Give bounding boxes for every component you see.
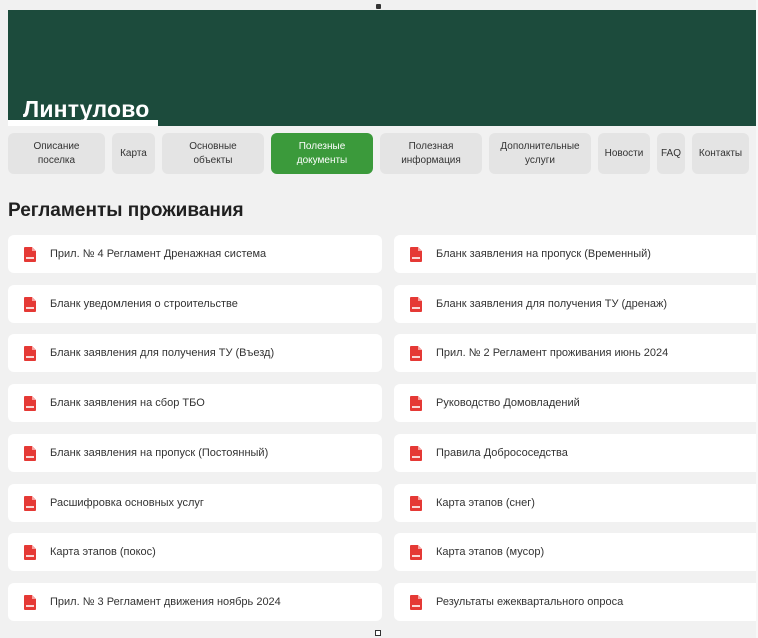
document-item-right-5[interactable]: Карта этапов (снег): [394, 484, 758, 522]
document-item-right-2[interactable]: Прил. № 2 Регламент проживания июнь 2024: [394, 334, 758, 372]
pdf-file-icon: [410, 345, 422, 361]
tab-bar: Описание поселка Карта Основные объекты Пол…: [8, 133, 758, 174]
document-item-left-3[interactable]: Бланк заявления на сбор ТБО: [8, 384, 382, 422]
page: Линтулово Описание поселка Карта Основные …: [0, 0, 758, 638]
pdf-file-icon: [24, 345, 36, 361]
tab-7[interactable]: FAQ: [657, 133, 685, 174]
pdf-file-icon: [24, 594, 36, 610]
document-item-right-1[interactable]: Бланк заявления для получения ТУ (дренаж…: [394, 285, 758, 323]
document-label: Бланк заявления для получения ТУ (дренаж…: [436, 298, 668, 310]
hero-banner: Линтулово: [8, 10, 758, 126]
document-label: Прил. № 2 Регламент проживания июнь 2024: [436, 347, 669, 359]
document-item-left-7[interactable]: Прил. № 3 Регламент движения ноябрь 2024: [8, 583, 382, 621]
document-item-left-2[interactable]: Бланк заявления для получения ТУ (Въезд): [8, 334, 382, 372]
pdf-file-icon: [24, 395, 36, 411]
document-label: Расшифровка основных услуг: [50, 497, 204, 509]
document-item-left-0[interactable]: Прил. № 4 Регламент Дренажная система: [8, 235, 382, 273]
pdf-file-icon: [410, 445, 422, 461]
document-item-left-4[interactable]: Бланк заявления на пропуск (Постоянный): [8, 434, 382, 472]
pdf-file-icon: [410, 246, 422, 262]
document-item-right-6[interactable]: Карта этапов (мусор): [394, 533, 758, 571]
tab-4[interactable]: Полезная информация: [380, 133, 482, 174]
tab-8[interactable]: Контакты: [692, 133, 749, 174]
document-label: Руководство Домовладений: [436, 397, 580, 409]
pdf-file-icon: [410, 395, 422, 411]
pdf-file-icon: [410, 594, 422, 610]
section-title: Регламенты проживания: [8, 200, 244, 221]
tab-3[interactable]: Полезные документы: [271, 133, 373, 174]
document-label: Результаты ежеквартального опроса: [436, 596, 624, 608]
document-item-left-5[interactable]: Расшифровка основных услуг: [8, 484, 382, 522]
document-label: Бланк заявления для получения ТУ (Въезд): [50, 347, 275, 359]
pdf-file-icon: [24, 544, 36, 560]
document-item-right-0[interactable]: Бланк заявления на пропуск (Временный): [394, 235, 758, 273]
document-label: Бланк уведомления о строительстве: [50, 298, 238, 310]
document-label: Бланк заявления на сбор ТБО: [50, 397, 205, 409]
tab-5[interactable]: Дополнительные услуги: [489, 133, 591, 174]
resize-handle-top[interactable]: [376, 4, 381, 9]
document-label: Бланк заявления на пропуск (Постоянный): [50, 447, 269, 459]
document-label: Карта этапов (снег): [436, 497, 535, 509]
page-title: Линтулово: [23, 96, 150, 122]
document-label: Бланк заявления на пропуск (Временный): [436, 248, 651, 260]
tab-6[interactable]: Новости: [598, 133, 650, 174]
document-label: Карта этапов (покос): [50, 546, 156, 558]
pdf-file-icon: [410, 544, 422, 560]
document-label: Прил. № 3 Регламент движения ноябрь 2024: [50, 596, 281, 608]
pdf-file-icon: [410, 495, 422, 511]
document-label: Прил. № 4 Регламент Дренажная система: [50, 248, 267, 260]
pdf-file-icon: [24, 246, 36, 262]
tab-0[interactable]: Описание поселка: [8, 133, 105, 174]
tab-1[interactable]: Карта: [112, 133, 155, 174]
resize-handle-bottom[interactable]: [375, 630, 381, 636]
pdf-file-icon: [24, 296, 36, 312]
tab-2[interactable]: Основные объекты: [162, 133, 264, 174]
document-item-left-6[interactable]: Карта этапов (покос): [8, 533, 382, 571]
document-item-right-7[interactable]: Результаты ежеквартального опроса: [394, 583, 758, 621]
document-label: Правила Добрососедства: [436, 447, 568, 459]
document-item-right-4[interactable]: Правила Добрососедства: [394, 434, 758, 472]
document-label: Карта этапов (мусор): [436, 546, 545, 558]
pdf-file-icon: [410, 296, 422, 312]
document-item-left-1[interactable]: Бланк уведомления о строительстве: [8, 285, 382, 323]
pdf-file-icon: [24, 495, 36, 511]
pdf-file-icon: [24, 445, 36, 461]
document-item-right-3[interactable]: Руководство Домовладений: [394, 384, 758, 422]
